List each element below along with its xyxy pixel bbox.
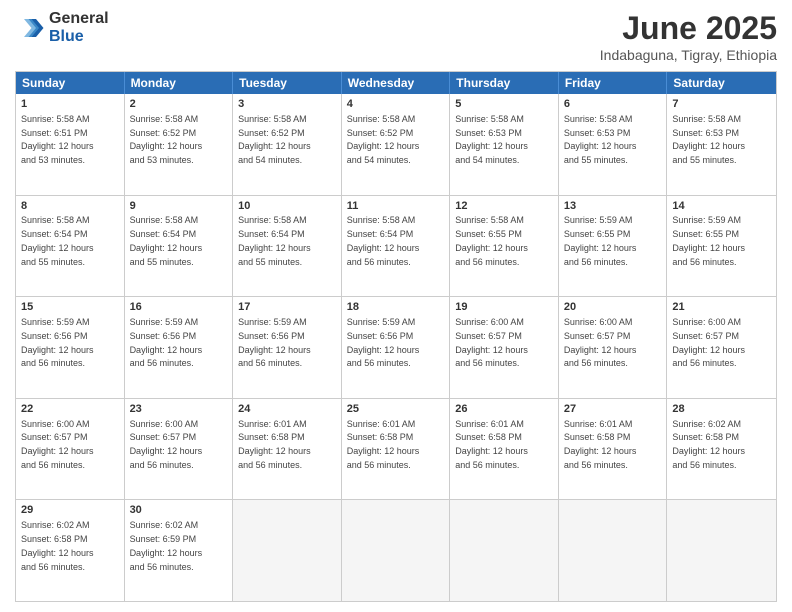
day-20: 20 Sunrise: 6:00 AMSunset: 6:57 PMDaylig… [559,297,668,398]
day-15: 15 Sunrise: 5:59 AMSunset: 6:56 PMDaylig… [16,297,125,398]
header-tuesday: Tuesday [233,72,342,94]
day-7: 7 Sunrise: 5:58 AMSunset: 6:53 PMDayligh… [667,94,776,195]
day-8: 8 Sunrise: 5:58 AMSunset: 6:54 PMDayligh… [16,196,125,297]
day-29: 29 Sunrise: 6:02 AMSunset: 6:58 PMDaylig… [16,500,125,601]
empty-cell-5 [667,500,776,601]
header-sunday: Sunday [16,72,125,94]
empty-cell-2 [342,500,451,601]
day-14: 14 Sunrise: 5:59 AMSunset: 6:55 PMDaylig… [667,196,776,297]
header-saturday: Saturday [667,72,776,94]
day-13: 13 Sunrise: 5:59 AMSunset: 6:55 PMDaylig… [559,196,668,297]
empty-cell-4 [559,500,668,601]
logo-blue-text: Blue [49,28,109,46]
day-6: 6 Sunrise: 5:58 AMSunset: 6:53 PMDayligh… [559,94,668,195]
day-30: 30 Sunrise: 6:02 AMSunset: 6:59 PMDaylig… [125,500,234,601]
day-12: 12 Sunrise: 5:58 AMSunset: 6:55 PMDaylig… [450,196,559,297]
day-22: 22 Sunrise: 6:00 AMSunset: 6:57 PMDaylig… [16,399,125,500]
logo-general-text: General [49,10,109,28]
week-row-4: 22 Sunrise: 6:00 AMSunset: 6:57 PMDaylig… [16,398,776,500]
day-19: 19 Sunrise: 6:00 AMSunset: 6:57 PMDaylig… [450,297,559,398]
header-friday: Friday [559,72,668,94]
week-row-5: 29 Sunrise: 6:02 AMSunset: 6:58 PMDaylig… [16,499,776,601]
header-wednesday: Wednesday [342,72,451,94]
day-10: 10 Sunrise: 5:58 AMSunset: 6:54 PMDaylig… [233,196,342,297]
calendar-header: Sunday Monday Tuesday Wednesday Thursday… [16,72,776,94]
subtitle: Indabaguna, Tigray, Ethiopia [600,47,777,63]
empty-cell-1 [233,500,342,601]
logo: General Blue [15,10,109,45]
header-monday: Monday [125,72,234,94]
day-4: 4 Sunrise: 5:58 AMSunset: 6:52 PMDayligh… [342,94,451,195]
week-row-3: 15 Sunrise: 5:59 AMSunset: 6:56 PMDaylig… [16,296,776,398]
calendar: Sunday Monday Tuesday Wednesday Thursday… [15,71,777,602]
day-1: 1 Sunrise: 5:58 AMSunset: 6:51 PMDayligh… [16,94,125,195]
header: General Blue June 2025 Indabaguna, Tigra… [15,10,777,63]
week-row-1: 1 Sunrise: 5:58 AMSunset: 6:51 PMDayligh… [16,94,776,195]
title-area: June 2025 Indabaguna, Tigray, Ethiopia [600,10,777,63]
day-11: 11 Sunrise: 5:58 AMSunset: 6:54 PMDaylig… [342,196,451,297]
empty-cell-3 [450,500,559,601]
day-26: 26 Sunrise: 6:01 AMSunset: 6:58 PMDaylig… [450,399,559,500]
month-title: June 2025 [600,10,777,47]
day-18: 18 Sunrise: 5:59 AMSunset: 6:56 PMDaylig… [342,297,451,398]
header-thursday: Thursday [450,72,559,94]
day-21: 21 Sunrise: 6:00 AMSunset: 6:57 PMDaylig… [667,297,776,398]
logo-text: General Blue [49,10,109,45]
day-17: 17 Sunrise: 5:59 AMSunset: 6:56 PMDaylig… [233,297,342,398]
logo-icon [15,13,45,43]
day-5: 5 Sunrise: 5:58 AMSunset: 6:53 PMDayligh… [450,94,559,195]
page: General Blue June 2025 Indabaguna, Tigra… [0,0,792,612]
day-27: 27 Sunrise: 6:01 AMSunset: 6:58 PMDaylig… [559,399,668,500]
day-3: 3 Sunrise: 5:58 AMSunset: 6:52 PMDayligh… [233,94,342,195]
week-row-2: 8 Sunrise: 5:58 AMSunset: 6:54 PMDayligh… [16,195,776,297]
day-2: 2 Sunrise: 5:58 AMSunset: 6:52 PMDayligh… [125,94,234,195]
day-16: 16 Sunrise: 5:59 AMSunset: 6:56 PMDaylig… [125,297,234,398]
calendar-body: 1 Sunrise: 5:58 AMSunset: 6:51 PMDayligh… [16,94,776,601]
day-23: 23 Sunrise: 6:00 AMSunset: 6:57 PMDaylig… [125,399,234,500]
day-25: 25 Sunrise: 6:01 AMSunset: 6:58 PMDaylig… [342,399,451,500]
day-24: 24 Sunrise: 6:01 AMSunset: 6:58 PMDaylig… [233,399,342,500]
day-9: 9 Sunrise: 5:58 AMSunset: 6:54 PMDayligh… [125,196,234,297]
day-28: 28 Sunrise: 6:02 AMSunset: 6:58 PMDaylig… [667,399,776,500]
